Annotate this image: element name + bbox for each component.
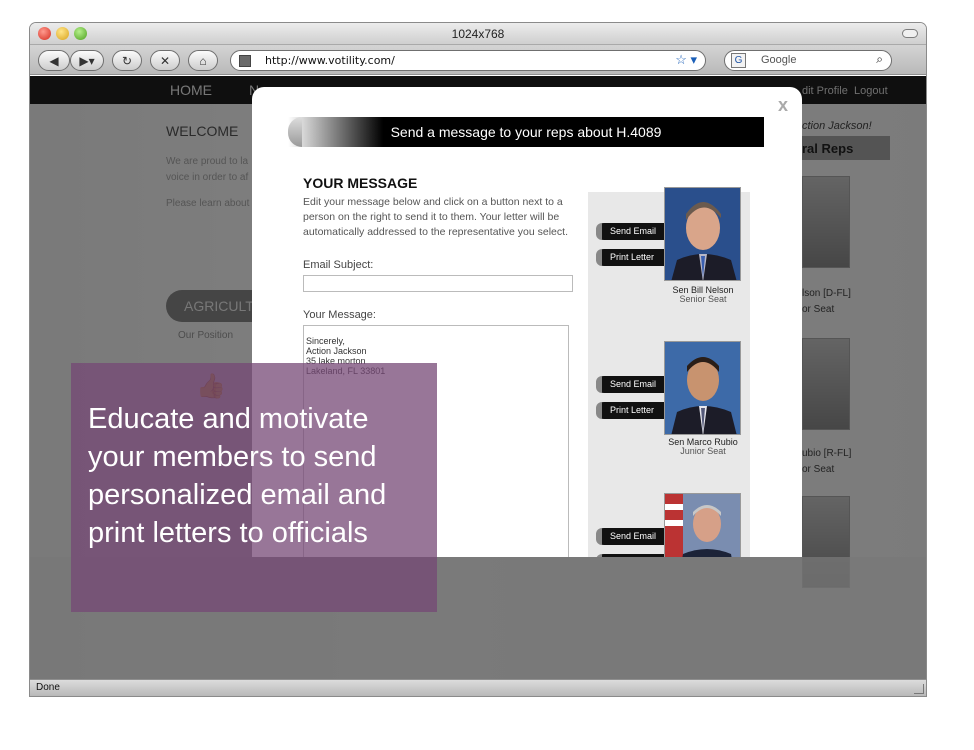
back-arrow-icon: ◀: [49, 53, 59, 68]
rep-photo: [664, 187, 741, 281]
browser-toolbar: ◀ ▶▾ ↻ ✕ ⌂ http://www.votility.com/ ☆ ▾ …: [30, 45, 926, 75]
email-subject-input[interactable]: [303, 275, 573, 292]
search-field[interactable]: G Google ⌕: [724, 50, 892, 71]
section-title: YOUR MESSAGE: [303, 175, 418, 191]
google-icon[interactable]: G: [731, 53, 746, 68]
address-bar[interactable]: http://www.votility.com/ ☆ ▾: [230, 50, 706, 71]
resize-grip-icon[interactable]: [914, 684, 924, 694]
modal-header: Send a message to your reps about H.4089: [288, 117, 764, 147]
print-letter-button[interactable]: Print Letter: [596, 249, 666, 266]
stop-icon: ✕: [159, 53, 171, 68]
search-icon[interactable]: ⌕: [876, 52, 883, 67]
send-email-button[interactable]: Send Email: [596, 376, 666, 393]
send-email-button[interactable]: Send Email: [596, 223, 666, 240]
email-subject-label: Email Subject:: [303, 259, 374, 271]
toolbar-toggle-button[interactable]: [902, 29, 918, 38]
modal-close-icon[interactable]: x: [778, 95, 788, 116]
title-bar: 1024x768: [30, 23, 926, 45]
status-text: Done: [36, 682, 60, 693]
bookmark-star-icon[interactable]: ☆ ▾: [675, 52, 697, 68]
modal-title: Send a message to your reps about H.4089: [390, 124, 662, 140]
rep-photo: [664, 341, 741, 435]
forward-arrow-icon: ▶▾: [79, 53, 95, 68]
callout-text: Educate and motivate your members to sen…: [88, 403, 387, 549]
status-bar: Done: [30, 679, 926, 696]
rep-portrait-icon: [665, 494, 740, 557]
marketing-callout: Educate and motivate your members to sen…: [71, 363, 437, 612]
rep-seat: Junior Seat: [680, 446, 726, 456]
send-email-button[interactable]: Send Email: [596, 528, 666, 545]
home-icon: ⌂: [199, 53, 207, 68]
back-button[interactable]: ◀: [38, 50, 70, 71]
reload-button[interactable]: ↻: [112, 50, 142, 71]
rep-portrait-icon: [665, 188, 740, 280]
home-button[interactable]: ⌂: [188, 50, 218, 71]
search-placeholder: Google: [761, 54, 797, 66]
site-favicon-icon: [239, 55, 251, 67]
rep-seat: Senior Seat: [679, 294, 727, 304]
rep-photo: [664, 493, 741, 557]
address-text: http://www.votility.com/: [265, 54, 395, 67]
header-cap-decoration: [288, 117, 302, 147]
forward-button[interactable]: ▶▾: [70, 50, 104, 71]
message-label: Your Message:: [303, 309, 376, 321]
window-title: 1024x768: [451, 27, 505, 41]
reload-icon: ↻: [121, 53, 133, 68]
instructions-text: Edit your message below and click on a b…: [303, 196, 568, 238]
rep-portrait-icon: [665, 342, 740, 434]
print-letter-button[interactable]: Print Letter: [596, 402, 666, 419]
stop-button[interactable]: ✕: [150, 50, 180, 71]
